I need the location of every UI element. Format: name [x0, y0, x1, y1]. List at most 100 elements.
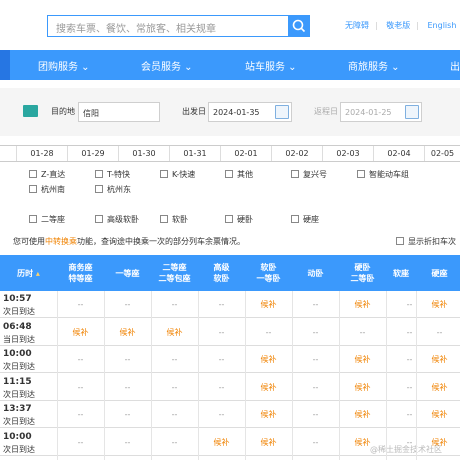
- waitlist-link[interactable]: 候补: [245, 291, 292, 318]
- calendar-icon[interactable]: [405, 105, 419, 119]
- seat-cell: --: [218, 300, 225, 309]
- date-tab[interactable]: 02-03: [322, 146, 373, 161]
- date-tab[interactable]: 01-28: [16, 146, 67, 161]
- search-placeholder: 搜索车票、餐饮、常旅客、相关规章: [56, 24, 216, 35]
- waitlist-link[interactable]: 候补: [57, 319, 104, 346]
- main-nav: 团购服务 ⌄ 会员服务 ⌄ 站车服务 ⌄ 商旅服务 ⌄ 出: [0, 50, 460, 80]
- header-soft-sleeper: 软卧 一等卧: [256, 263, 281, 283]
- link-english[interactable]: English: [428, 21, 457, 30]
- column-divider: [245, 291, 246, 460]
- checkbox-seat-hard[interactable]: 硬座: [291, 214, 319, 225]
- date-tab[interactable]: 01-30: [118, 146, 169, 161]
- checkbox-seat-soft[interactable]: 软卧: [160, 214, 188, 225]
- duration-time: 10:00: [3, 349, 32, 359]
- checkbox-train-z[interactable]: Z-直达: [29, 169, 65, 180]
- top-bar: 搜索车票、餐饮、常旅客、相关规章 无障碍 | 敬老版 | English: [0, 0, 460, 50]
- arrival-note: 次日到达: [3, 389, 35, 399]
- checkbox-station-east[interactable]: 杭州东: [95, 184, 131, 195]
- table-row: 11:15 次日到达 -- -- -- -- 候补 -- 候补 -- 候补: [0, 374, 460, 401]
- waitlist-link[interactable]: 候补: [339, 346, 386, 373]
- checkbox-train-fuxing[interactable]: 复兴号: [291, 169, 327, 180]
- seat-cell: --: [218, 327, 225, 337]
- nav-item-group[interactable]: 团购服务 ⌄: [38, 58, 90, 73]
- waitlist-link[interactable]: 候补: [339, 291, 386, 318]
- waitlist-link[interactable]: 候补: [198, 429, 245, 456]
- seat-cell: --: [124, 410, 131, 419]
- header-business: 商务座 特等座: [68, 263, 93, 283]
- header-hard-seat: 硬座: [431, 268, 448, 278]
- checkbox-seat-high-soft[interactable]: 高级软卧: [95, 214, 139, 225]
- column-divider: [104, 291, 105, 460]
- date-tab[interactable]: 02-01: [220, 146, 271, 161]
- link-elder[interactable]: 敬老版: [386, 21, 410, 30]
- link-accessibility[interactable]: 无障碍: [345, 21, 369, 30]
- seat-cell: --: [77, 300, 84, 309]
- table-row: 06:48 当日到达 候补 候补 候补 -- -- -- -- -- --: [0, 319, 460, 346]
- duration-time: 13:37: [3, 404, 32, 414]
- waitlist-link[interactable]: 候补: [245, 346, 292, 373]
- arrival-note: 次日到达: [3, 307, 35, 316]
- waitlist-link[interactable]: 候补: [416, 401, 460, 428]
- header-duration[interactable]: 历时 ▴: [0, 255, 57, 291]
- duration-time: 10:57: [3, 294, 32, 304]
- date-tab[interactable]: 01-29: [67, 146, 118, 161]
- date-tab[interactable]: 02-05: [424, 146, 460, 161]
- seat-cell: --: [218, 382, 225, 392]
- waitlist-link[interactable]: 候补: [245, 374, 292, 401]
- nav-item-member[interactable]: 会员服务 ⌄: [141, 58, 193, 73]
- nav-item-more[interactable]: 出: [450, 58, 460, 73]
- checkbox-station-south[interactable]: 杭州南: [29, 184, 65, 195]
- date-tabs: 01-28 01-29 01-30 01-31 02-01 02-02 02-0…: [0, 145, 460, 162]
- waitlist-link[interactable]: 候补: [339, 374, 386, 401]
- waitlist-link[interactable]: 候补: [339, 401, 386, 428]
- return-label: 返程日: [314, 107, 338, 116]
- date-tab[interactable]: 02-04: [373, 146, 424, 161]
- checkbox-train-t[interactable]: T-特快: [95, 169, 130, 180]
- nav-item-business[interactable]: 商旅服务 ⌄: [348, 58, 400, 73]
- calendar-icon[interactable]: [275, 105, 289, 119]
- duration-time: 11:15: [3, 376, 32, 387]
- seat-cell: --: [171, 410, 178, 419]
- date-tab[interactable]: 01-31: [169, 146, 220, 161]
- nav-item-station[interactable]: 站车服务 ⌄: [245, 58, 297, 73]
- table-row: 13:37 次日到达 -- -- -- -- 候补 -- 候补 -- 候补: [0, 401, 460, 428]
- dest-input[interactable]: 信阳: [78, 102, 160, 122]
- seat-cell: --: [312, 410, 319, 419]
- seat-cell: --: [171, 300, 178, 309]
- search-button[interactable]: [288, 15, 310, 37]
- checkbox-train-k[interactable]: K-快速: [160, 169, 195, 180]
- waitlist-link[interactable]: 候补: [104, 319, 151, 346]
- seat-cell: --: [77, 437, 84, 447]
- search-input[interactable]: 搜索车票、餐饮、常旅客、相关规章: [47, 15, 290, 37]
- waitlist-link[interactable]: 候补: [416, 374, 460, 401]
- seat-cell: --: [312, 327, 319, 337]
- column-divider: [292, 291, 293, 460]
- swap-icon[interactable]: [23, 105, 38, 117]
- checkbox-train-other[interactable]: 其他: [225, 169, 253, 180]
- checkbox-train-smart[interactable]: 智能动车组: [357, 169, 409, 180]
- seat-cell: --: [312, 300, 319, 309]
- seat-cell: --: [171, 355, 178, 364]
- seat-cell: --: [218, 355, 225, 364]
- column-divider: [416, 291, 417, 460]
- checkbox-seat-hard-sleeper[interactable]: 硬卧: [225, 214, 253, 225]
- arrival-note: 次日到达: [3, 444, 35, 454]
- waitlist-link[interactable]: 候补: [245, 401, 292, 428]
- waitlist-link[interactable]: 候补: [245, 429, 292, 456]
- seat-cell: --: [124, 300, 131, 309]
- seat-cell: --: [436, 327, 443, 337]
- seat-cell: --: [171, 437, 178, 447]
- header-soft-seat: 软座: [393, 268, 409, 278]
- info-text: 您可使用中转换乘功能，查询途中换乘一次的部分列车余票情况。: [13, 237, 245, 246]
- seat-cell: --: [312, 355, 319, 364]
- checkbox-show-discount[interactable]: 显示折扣车次: [396, 236, 456, 247]
- seat-cell: --: [77, 410, 84, 419]
- waitlist-link[interactable]: 候补: [416, 291, 460, 318]
- transfer-link[interactable]: 中转换乘: [45, 237, 77, 246]
- waitlist-link[interactable]: 候补: [416, 346, 460, 373]
- checkbox-seat-second[interactable]: 二等座: [29, 214, 65, 225]
- table-header: 历时 ▴ 商务座 特等座 一等座 二等座 二等包座 高级 软卧 软卧 一等卧 动卧 硬卧…: [0, 255, 460, 291]
- waitlist-link[interactable]: 候补: [151, 319, 198, 346]
- search-icon: [292, 19, 306, 33]
- date-tab[interactable]: 02-02: [271, 146, 322, 161]
